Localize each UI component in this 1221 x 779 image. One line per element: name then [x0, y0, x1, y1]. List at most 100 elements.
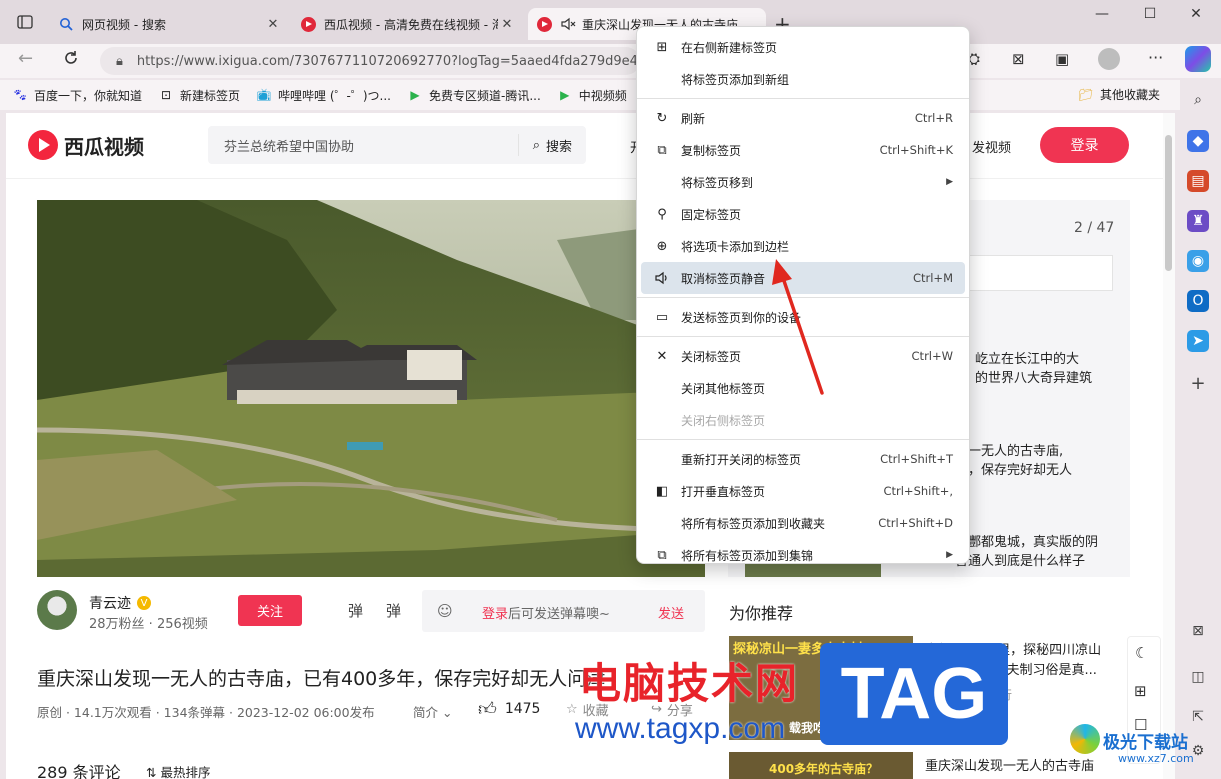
login-button[interactable]: 登录 [1040, 127, 1129, 163]
watermark-url: www.tagxp.com [575, 712, 786, 745]
emoji-icon[interactable]: ☺ [437, 602, 453, 620]
send-icon[interactable]: ➤ [1187, 330, 1209, 352]
playlist-counter: 2 / 47 [1074, 220, 1115, 236]
like-button[interactable]: 👍︎ 1475 [478, 698, 540, 720]
danmu-hint: 登录后可发送弹幕噢~ [482, 607, 610, 622]
annotation-arrow [772, 259, 824, 395]
lock-icon[interactable]: 🔒︎ [116, 54, 123, 69]
playlist-item-1[interactable]: 屹立在长江中的大 的世界八大奇异建筑 [975, 350, 1092, 388]
menu-separator [637, 439, 969, 440]
publish-link[interactable]: 发视频 [972, 137, 1011, 156]
aurora-logo-icon [1070, 724, 1100, 754]
duplicate-icon: ⧉ [657, 142, 667, 158]
bookmark-newtab[interactable]: ⊡ 新建标签页 [158, 87, 240, 104]
menu-item-duplicate[interactable]: ⧉ 复制标签页 Ctrl+Shift+K [641, 134, 965, 166]
bookmark-tencent[interactable]: ▶ 免费专区频道-腾讯... [407, 87, 540, 104]
search-icon[interactable]: ⌕ [1187, 89, 1209, 111]
address-bar[interactable]: 🔒︎ https://www.ixigua.com/73076771107206… [100, 47, 640, 75]
playlist-item-2[interactable]: 现一无人的古寺庙, 年，保存完好却无人 [955, 442, 1072, 480]
add-icon[interactable]: + [1187, 372, 1209, 394]
close-window-button[interactable]: ✕ [1176, 6, 1216, 28]
bookmarks-bar: 🐾︎ 百度一下，你就知道 ⊡ 新建标签页 📺︎ 哔哩哔哩 (゜-゜)つ... ▶ 免费专… [0, 80, 1180, 110]
video-meta: 原创 · 14.1万次观看 · 134条弹幕 · 2023-12-02 06:0… [37, 705, 375, 720]
tag-icon[interactable]: ◆ [1187, 130, 1209, 152]
menu-item-add-to-group[interactable]: 将标签页添加到新组 [641, 63, 965, 95]
refresh-icon: ↻ [656, 110, 668, 126]
video-player[interactable] [37, 200, 705, 577]
upload-icon[interactable]: ⊞ [1134, 682, 1147, 700]
menu-item-reopen-closed[interactable]: 重新打开关闭的标签页 Ctrl+Shift+T [641, 443, 965, 475]
scrollbar-thumb[interactable] [1165, 135, 1172, 271]
moon-icon[interactable]: ☾ [1135, 644, 1148, 662]
menu-item-vertical-tabs[interactable]: ◧ 打开垂直标签页 Ctrl+Shift+, [641, 475, 965, 507]
tab-search[interactable]: 网页视频 - 搜索 ✕ [50, 8, 290, 40]
search-icon: ⌕ [532, 137, 540, 153]
tencent-video-icon: ▶ [410, 88, 420, 102]
video-frame-image [37, 200, 705, 577]
tab-close-icon[interactable]: ✕ [498, 17, 516, 32]
menu-item-add-all-collections[interactable]: ⧉ 将所有标签页添加到集锦 ▶ [641, 539, 965, 571]
muted-speaker-icon[interactable] [560, 16, 576, 32]
screen-capture-icon[interactable]: ⊠ [1187, 620, 1209, 642]
toolbox-icon[interactable]: ▤ [1187, 170, 1209, 192]
copilot-icon[interactable] [1185, 46, 1211, 72]
playlist-item-3[interactable]: 比酆都鬼城，真实版的阴 普通人到底是什么样子 [955, 533, 1098, 571]
bookmark-baidu[interactable]: 🐾︎ 百度一下，你就知道 [12, 87, 142, 104]
site-search-input[interactable]: 芬兰总统希望中国协助 ⌕ 搜索 [208, 126, 586, 164]
close-icon: ✕ [656, 348, 668, 364]
back-icon[interactable]: ← [18, 48, 33, 69]
split-screen-icon[interactable]: ◫ [1187, 666, 1209, 688]
tab-title: 西瓜视频 - 高清免费在线视频 - 海 [324, 17, 498, 32]
new-tab-icon: ⊡ [160, 88, 172, 102]
danmu-settings-icon[interactable]: 弹 [386, 600, 401, 621]
xigua-icon [300, 16, 316, 32]
other-bookmarks[interactable]: 📁︎ 其他收藏夹 [1078, 86, 1160, 103]
site-search-button[interactable]: ⌕ 搜索 [517, 134, 586, 156]
author-name[interactable]: 青云迹 V [89, 593, 151, 613]
watermark-tag-logo: TAG [820, 643, 1008, 745]
watermark-corner-name: 极光下载站 [1103, 733, 1188, 753]
vertical-tabs-icon: ◧ [655, 483, 669, 499]
comment-count: 289 条评论 [37, 763, 121, 779]
thumbs-up-icon: 👍︎ [478, 699, 497, 720]
screenshot-icon[interactable]: ⊠ [1012, 50, 1025, 68]
chess-icon[interactable]: ♜ [1187, 210, 1209, 232]
tab-close-icon[interactable]: ✕ [264, 17, 282, 32]
minimize-button[interactable]: — [1082, 6, 1122, 28]
chevron-right-icon: ▶ [946, 177, 953, 187]
profile-avatar[interactable] [1098, 48, 1120, 70]
m365-icon[interactable]: ◉ [1187, 250, 1209, 272]
tab-actions-icon[interactable] [12, 10, 38, 34]
menu-separator [637, 98, 969, 99]
refresh-icon[interactable] [62, 49, 80, 70]
recommend-thumbnail-2[interactable]: 400多年的古寺庙？ [729, 752, 913, 779]
maximize-button[interactable]: ☐ [1130, 6, 1170, 28]
more-menu-icon[interactable]: ··· [1148, 48, 1163, 67]
collections-icon[interactable]: ▣ [1055, 50, 1069, 68]
menu-item-pin[interactable]: ⚲ 固定标签页 [641, 198, 965, 230]
video-title: 重庆深山发现一无人的古寺庙，已有400多年，保存完好却无人问津 [37, 668, 606, 690]
speaker-icon [653, 271, 671, 285]
xigua-logo-icon [28, 130, 58, 160]
playlist-filter-box[interactable] [955, 255, 1113, 291]
outlook-icon[interactable]: O [1187, 290, 1209, 312]
comment-sort[interactable]: ⇅ 最热排序 [146, 762, 210, 779]
follow-button[interactable]: 关注 [238, 595, 302, 626]
menu-item-refresh[interactable]: ↻ 刷新 Ctrl+R [641, 102, 965, 134]
danmu-toggle-icon[interactable]: 弹 [348, 600, 363, 621]
external-icon[interactable]: ⇱ [1187, 706, 1209, 728]
baidu-paw-icon: 🐾︎ [12, 88, 28, 102]
site-logo[interactable]: 西瓜视频 [28, 130, 144, 160]
menu-item-new-tab-right[interactable]: ⊞ 在右侧新建标签页 [641, 31, 965, 63]
bookmark-bilibili[interactable]: 📺︎ 哔哩哔哩 (゜-゜)つ... [256, 87, 391, 104]
device-icon: ▭ [655, 309, 669, 325]
author-avatar[interactable] [37, 590, 77, 630]
intro-toggle[interactable]: 简介 ⌄ [413, 702, 452, 721]
tab-xigua[interactable]: 西瓜视频 - 高清免费在线视频 - 海 ✕ [292, 8, 524, 40]
menu-item-move-tab[interactable]: 将标签页移到 ▶ [641, 166, 965, 198]
bookmark-zhongshipin[interactable]: ▶ 中视频频 [557, 87, 627, 104]
menu-item-add-all-favorites[interactable]: 将所有标签页添加到收藏夹 Ctrl+Shift+D [641, 507, 965, 539]
send-danmu-button[interactable]: 发送 [658, 603, 684, 622]
url-text: https://www.ixigua.com/73076771107206927… [136, 53, 640, 69]
recommend-title-2[interactable]: 重庆深山发现一无人的古寺庙 [925, 755, 1094, 774]
